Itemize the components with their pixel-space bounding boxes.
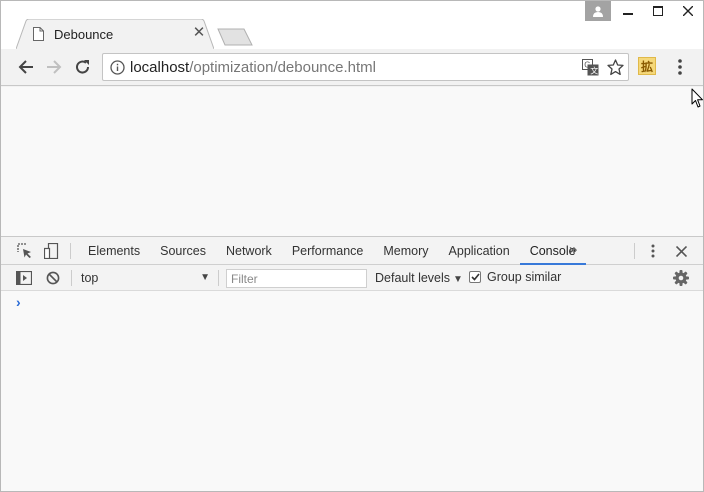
menu-icon[interactable] <box>671 57 689 77</box>
page-viewport[interactable] <box>1 87 703 236</box>
levels-label: Default levels <box>375 271 451 285</box>
console-prompt[interactable]: › <box>1 291 703 313</box>
url-text: localhost/optimization/debounce.html <box>130 59 376 76</box>
tab-strip: Debounce ✕ <box>1 1 703 49</box>
tab-sources[interactable]: Sources <box>150 237 216 265</box>
profile-icon[interactable] <box>585 1 611 21</box>
devtools-tabs: Elements Sources Network Performance Memory A… <box>78 237 586 265</box>
filter-input[interactable] <box>226 269 367 288</box>
tab-performance[interactable]: Performance <box>282 237 374 265</box>
sidebar-icon[interactable] <box>15 269 33 287</box>
group-similar-toggle[interactable]: Group similar <box>469 270 561 284</box>
group-similar-label: Group similar <box>487 270 562 284</box>
window-controls <box>585 1 703 21</box>
inspect-icon[interactable] <box>16 242 34 260</box>
cursor-icon <box>691 88 703 108</box>
page-icon <box>33 27 44 41</box>
more-tabs-icon[interactable]: » <box>569 237 577 265</box>
address-bar[interactable]: localhost/optimization/debounce.html G 文 <box>102 53 629 81</box>
context-select[interactable]: top ▼ <box>80 269 214 287</box>
clear-icon[interactable] <box>44 269 62 287</box>
reload-icon[interactable] <box>73 57 93 77</box>
console-output[interactable]: › <box>1 291 703 491</box>
tab-debounce[interactable]: Debounce ✕ <box>16 19 214 49</box>
forward-icon[interactable] <box>44 57 64 77</box>
maximize-icon[interactable] <box>643 1 673 21</box>
tab-title: Debounce <box>54 27 114 42</box>
svg-text:文: 文 <box>590 66 598 76</box>
tab-elements[interactable]: Elements <box>78 237 150 265</box>
context-value: top <box>81 271 99 285</box>
devtools-panel: Elements Sources Network Performance Memory A… <box>1 236 703 491</box>
devtools-close-icon[interactable] <box>672 242 690 260</box>
devtools-tabbar: Elements Sources Network Performance Memory A… <box>1 237 703 265</box>
group-similar-checkbox[interactable] <box>469 271 481 283</box>
translate-icon[interactable]: G 文 <box>582 59 599 76</box>
device-icon[interactable] <box>43 242 61 260</box>
console-toolbar: top ▼ Default levels▼ Group similar <box>1 265 703 291</box>
url-host: localhost <box>130 59 190 76</box>
browser-toolbar: localhost/optimization/debounce.html G 文… <box>1 49 703 86</box>
toolbar-divider <box>218 270 219 286</box>
toolbar-divider <box>70 243 71 259</box>
new-tab-button[interactable] <box>217 28 253 46</box>
browser-window: Debounce ✕ localhost/optimization/deboun… <box>0 0 704 492</box>
gear-icon[interactable] <box>672 269 690 287</box>
kebab-icon[interactable] <box>644 242 662 260</box>
info-icon[interactable] <box>110 60 125 75</box>
toolbar-divider <box>71 270 72 286</box>
url-path: /optimization/debounce.html <box>189 59 376 76</box>
tab-application[interactable]: Application <box>439 237 520 265</box>
close-icon[interactable]: ✕ <box>192 25 206 41</box>
tab-memory[interactable]: Memory <box>373 237 438 265</box>
chevron-down-icon: ▼ <box>453 274 463 285</box>
prompt-chevron-icon: › <box>16 294 21 310</box>
back-icon[interactable] <box>16 57 36 77</box>
minimize-icon[interactable] <box>613 1 643 21</box>
tab-network[interactable]: Network <box>216 237 282 265</box>
levels-dropdown[interactable]: Default levels ▼ <box>375 271 463 285</box>
toolbar-divider <box>634 243 635 259</box>
star-icon[interactable] <box>607 59 624 76</box>
close-window-button[interactable] <box>673 1 703 21</box>
chevron-down-icon: ▼ <box>200 272 210 283</box>
extension-icon[interactable]: 拡 <box>638 57 656 75</box>
